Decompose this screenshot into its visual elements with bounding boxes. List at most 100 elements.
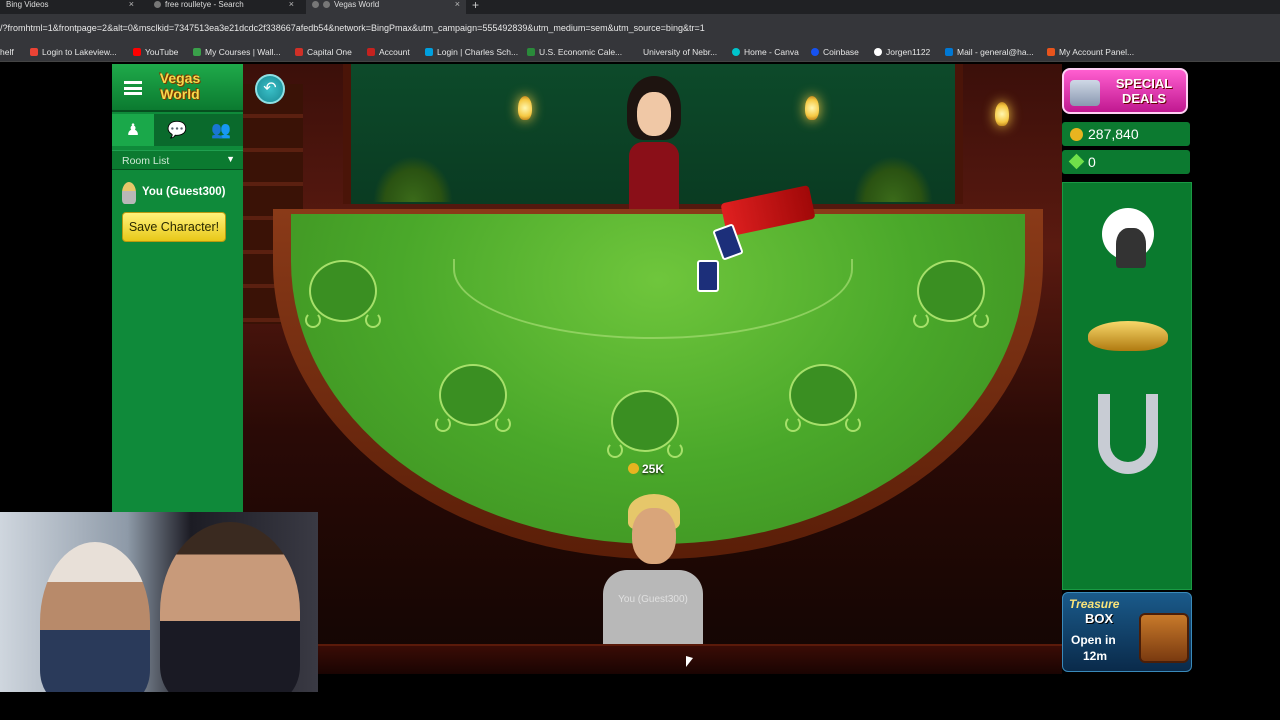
treasure-box-button[interactable]: Treasure BOX Open in 12m [1062,592,1192,672]
gem-amount: 0 [1088,154,1096,170]
search-icon [154,1,161,9]
seat-spot[interactable] [435,364,511,432]
bookmark[interactable]: Mail - general@ha... [945,47,1034,57]
username: You (Guest300) [142,186,226,198]
bookmark[interactable]: University of Nebr... [643,47,717,57]
avatar [122,182,136,204]
card-back [697,260,719,292]
tab-search[interactable]: free roulletye - Search × [148,0,300,14]
mouse-cursor [686,656,693,667]
site-icon [323,1,330,9]
new-tab-button[interactable]: + [472,0,479,12]
user-entry: You (Guest300) Save Character! [112,176,243,242]
treasure-chest-icon [1139,613,1189,663]
bet-amount: 25K [628,462,664,476]
plant [853,156,933,202]
left-panel: Vegas World ♟ 💬 👥 Room List ▼ You (Guest… [112,64,243,514]
coin-icon [628,463,639,474]
close-tab-icon[interactable]: × [129,0,134,9]
youtube-icon [133,48,141,56]
coin-icon [1070,128,1083,141]
canva-icon [732,48,740,56]
save-character-button[interactable]: Save Character! [122,212,226,242]
vegas-world-logo: Vegas World [159,70,201,102]
mail-icon [945,48,953,56]
address-bar[interactable]: /?fromhtml=1&frontpage=2&alt=0&msclkid=7… [0,14,1280,42]
bookmark[interactable]: YouTube [133,47,178,57]
briefcase-icon [1070,80,1100,106]
bookmark[interactable]: Login to Lakeview... [30,47,117,57]
wall-lamp-icon [805,96,819,120]
powerups-panel [1062,182,1192,590]
gem-icon [1068,153,1085,170]
chevron-down-icon: ▼ [226,154,235,164]
blackjack-room: 25K You (Guest300) [243,64,1062,674]
gem-balance[interactable]: 0 [1062,150,1190,174]
account-panel-icon [1047,48,1055,56]
bottom-bar [243,644,1062,674]
courses-icon [193,48,201,56]
treasure-open-label: Open in [1071,633,1116,647]
room-list-label: Room List [122,155,170,167]
moon-wolf-icon[interactable] [1083,189,1173,279]
player-name: You (Guest300) [618,594,688,605]
webcam-overlay [0,512,318,692]
plant [373,156,453,202]
menu-icon[interactable] [124,81,142,95]
tab-title: Vegas World [334,0,380,9]
chat-tab-icon[interactable]: 💬 [156,114,198,146]
capital-one-icon [295,48,303,56]
speaker-icon [312,1,319,9]
tab-title: Bing Videos [6,0,49,9]
google-icon [30,48,38,56]
tab-bing-videos[interactable]: Bing Videos × [0,0,140,14]
coin-balance[interactable]: 287,840 [1062,122,1190,146]
horseshoe-icon[interactable] [1083,389,1173,479]
close-tab-icon[interactable]: × [455,0,460,9]
friends-tab-icon[interactable]: 👥 [200,114,242,146]
room-list-dropdown[interactable]: Room List ▼ [112,150,243,170]
gmail-icon [367,48,375,56]
treasure-timer: 12m [1083,649,1108,663]
bookmark[interactable]: helf [0,47,14,57]
url-text[interactable]: /?fromhtml=1&frontpage=2&alt=0&msclkid=7… [0,23,705,33]
chart-icon [527,48,535,56]
seat-spot[interactable] [305,260,381,328]
bookmark[interactable]: My Account Panel... [1047,47,1134,57]
wall-lamp-icon [995,102,1009,126]
bookmark[interactable]: Login | Charles Sch... [425,47,518,57]
bookmark[interactable]: My Courses | Wall... [193,47,281,57]
bookmark[interactable]: Coinbase [811,47,859,57]
players-tab-icon[interactable]: ♟ [112,114,154,146]
schwab-icon [425,48,433,56]
tab-title: free roulletye - Search [165,0,244,9]
streamer-right [160,522,300,692]
bookmark[interactable]: Home - Canva [732,47,799,57]
github-icon [874,48,882,56]
special-deals-button[interactable]: SPECIAL DEALS [1062,68,1188,114]
coin-amount: 287,840 [1088,126,1139,142]
genie-lamp-icon[interactable] [1083,291,1173,381]
close-tab-icon[interactable]: × [289,0,294,9]
bookmarks-bar: helf Login to Lakeview... YouTube My Cou… [0,42,1280,62]
back-arrow-icon: ↶ [263,80,277,97]
bookmark[interactable]: Account [367,47,410,57]
wall-lamp-icon [518,96,532,120]
coinbase-icon [811,48,819,56]
streamer-left [40,542,150,692]
back-button[interactable]: ↶ [255,74,285,104]
seat-spot[interactable] [913,260,989,328]
tab-vegas-world[interactable]: Vegas World × [306,0,466,14]
panel-tabs: ♟ 💬 👥 [112,114,243,146]
bookmark[interactable]: Capital One [295,47,352,57]
seat-spot[interactable] [785,364,861,432]
bookmark[interactable]: Jorgen1122 [874,47,930,57]
bookmark[interactable]: U.S. Economic Cale... [527,47,622,57]
player-bet-spot[interactable] [607,390,683,458]
dealer [611,76,697,226]
header: Vegas World [112,64,243,112]
treasure-title: Treasure [1069,597,1120,611]
treasure-subtitle: BOX [1085,611,1114,626]
browser-tab-bar: Bing Videos × free roulletye - Search × … [0,0,1280,14]
right-panel: SPECIAL DEALS 287,840 0 Treasure BOX Ope… [1062,64,1192,674]
